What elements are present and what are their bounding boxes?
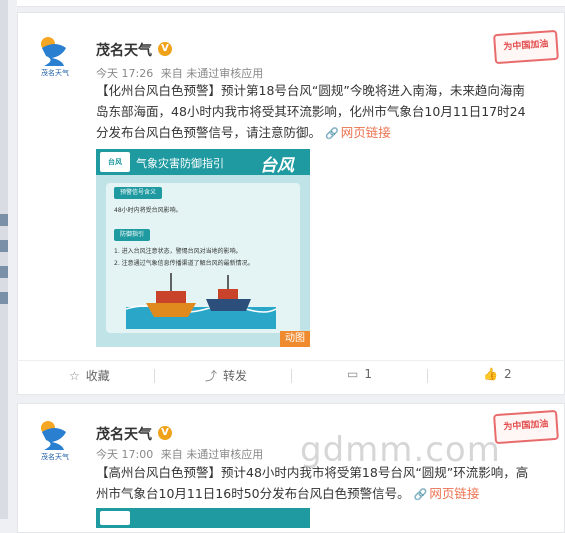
poster-section-1: 预警信号含义	[114, 187, 163, 199]
site-watermark: gdmm.com	[300, 430, 501, 470]
post-time[interactable]: 今天 17:26	[96, 67, 153, 80]
action-divider	[154, 369, 155, 383]
favorite-label: 收藏	[85, 369, 110, 383]
web-link-label: 网页链接	[429, 486, 480, 501]
post-meta: 今天 17:00 来自 未通过审核应用	[96, 446, 267, 462]
post-headline: 【高州台风白色预警】	[96, 465, 222, 480]
post-action-bar: ☆ 收藏 ⤴ 转发 ▭ 1 👍 2	[17, 360, 565, 389]
poster-line-1: 48小时内将受台风影响。	[114, 207, 182, 214]
author-name[interactable]: 茂名天气	[96, 424, 152, 444]
link-icon: 🔗	[413, 488, 428, 501]
strip-marker	[0, 292, 8, 304]
animated-gif-badge: 动图	[280, 331, 310, 347]
author-name[interactable]: 茂名天气	[96, 40, 152, 60]
post-text: 【化州台风白色预警】预计第18号台风“圆规”今晚将进入南海，未来趋向海南岛东部海…	[96, 80, 536, 144]
avatar-caption: 茂名天气	[41, 453, 69, 461]
poster-guide-title: 气象灾害防御指引	[136, 157, 224, 170]
author-avatar[interactable]: 茂名天气	[32, 34, 78, 80]
repost-icon: ⤴	[205, 369, 218, 383]
repost-label: 转发	[223, 369, 248, 383]
verified-icon: V	[158, 426, 172, 440]
verified-icon: V	[158, 42, 172, 56]
comment-button[interactable]: ▭ 1	[347, 367, 372, 381]
strip-marker	[0, 214, 8, 226]
post-time[interactable]: 今天 17:00	[96, 448, 153, 461]
web-link[interactable]: 🔗 网页链接	[325, 125, 391, 140]
poster-big-title: 台风	[260, 156, 294, 176]
action-divider	[427, 369, 428, 383]
post-source: 来自 未通过审核应用	[160, 67, 264, 80]
strip-marker	[0, 240, 8, 252]
thumbs-up-icon: 👍	[483, 367, 498, 381]
star-icon: ☆	[69, 369, 80, 383]
author-avatar[interactable]: 茂名天气	[32, 418, 78, 464]
web-link-label: 网页链接	[340, 125, 391, 140]
post-image-poster[interactable]	[96, 508, 310, 528]
post-source: 来自 未通过审核应用	[160, 448, 264, 461]
repost-button[interactable]: ⤴ 转发	[205, 367, 247, 384]
previous-post-edge	[17, 0, 565, 7]
post-headline: 【化州台风白色预警】	[96, 83, 222, 98]
post-meta: 今天 17:26 来自 未通过审核应用	[96, 65, 267, 81]
comment-count: 1	[364, 367, 372, 381]
like-button[interactable]: 👍 2	[483, 367, 512, 381]
poster-line-3: 2. 注意通过气象信息传播渠道了解台风的最新情况。	[114, 260, 254, 267]
campaign-stamp: 为中国加油	[493, 409, 559, 445]
boats-illustration	[126, 273, 276, 329]
avatar-caption: 茂名天气	[41, 69, 69, 77]
poster-line-2: 1. 进入台风注意状态，警惕台风对当地的影响。	[114, 248, 242, 255]
action-divider	[291, 369, 292, 383]
campaign-stamp: 为中国加油	[493, 29, 559, 65]
favorite-button[interactable]: ☆ 收藏	[69, 367, 110, 384]
strip-marker	[0, 266, 8, 278]
link-icon: 🔗	[325, 127, 339, 140]
post-image-poster[interactable]: 台风 气象灾害防御指引 台风 预警信号含义 48小时内将受台风影响。 防御指引 …	[96, 149, 310, 347]
left-scroll-strip	[0, 0, 8, 519]
comment-icon: ▭	[347, 367, 359, 381]
poster-section-2: 防御指引	[114, 229, 151, 241]
like-count: 2	[503, 367, 512, 381]
poster-logo	[100, 511, 130, 525]
poster-logo: 台风	[100, 152, 130, 172]
web-link[interactable]: 🔗 网页链接	[414, 486, 480, 501]
